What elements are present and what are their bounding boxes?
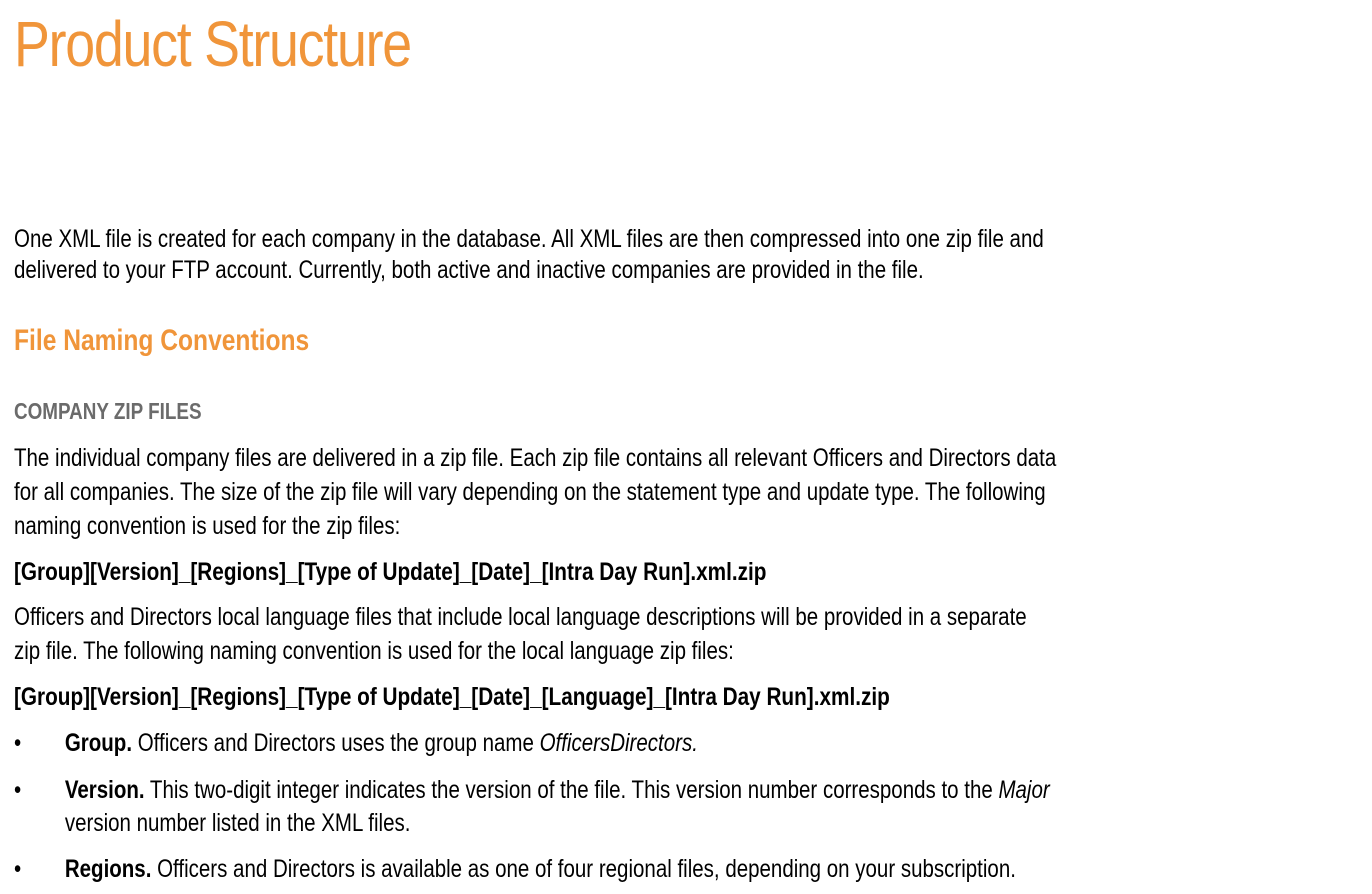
naming-pattern-language-zip: [Group][Version]_[Regions]_[Type of Upda… [14,683,890,711]
bullet-body: Officers and Directors is available as o… [151,855,1016,883]
bullet-emphasis: OfficersDirectors. [539,729,698,757]
page-title: Product Structure [14,8,412,80]
intro-line-2: delivered to your FTP account. Currently… [14,256,924,284]
para1-line-3: naming convention is used for the zip fi… [14,512,401,540]
bullet-text: Version. This two-digit integer indicate… [65,774,1050,806]
naming-pattern-zip: [Group][Version]_[Regions]_[Type of Upda… [14,558,767,586]
para1-line-2: for all companies. The size of the zip f… [14,478,1046,506]
bullet-body: Officers and Directors uses the group na… [132,729,540,757]
bullet-term: Regions. [64,855,152,883]
para1-line-1: The individual company files are deliver… [14,444,1057,472]
bullet-icon: • [14,855,22,883]
bullet-icon: • [14,729,22,757]
bullet-icon: • [14,776,22,804]
section-heading: File Naming Conventions [14,324,310,357]
intro-line-1: One XML file is created for each company… [14,225,1044,253]
bullet-body: This two-digit integer indicates the ver… [144,776,999,804]
sub-heading: COMPANY ZIP FILES [14,398,202,424]
bullet-emphasis: Major [998,776,1050,804]
bullet-term: Group. [64,729,133,757]
para2-line-2: zip file. The following naming conventio… [14,637,734,665]
bullet-term: Version. [64,776,145,804]
bullet-text: Group. Officers and Directors uses the g… [65,727,698,759]
para2-line-1: Officers and Directors local language fi… [14,603,1027,631]
bullet-continuation: version number listed in the XML files. [64,809,411,837]
bullet-text: Regions. Officers and Directors is avail… [65,853,1016,885]
